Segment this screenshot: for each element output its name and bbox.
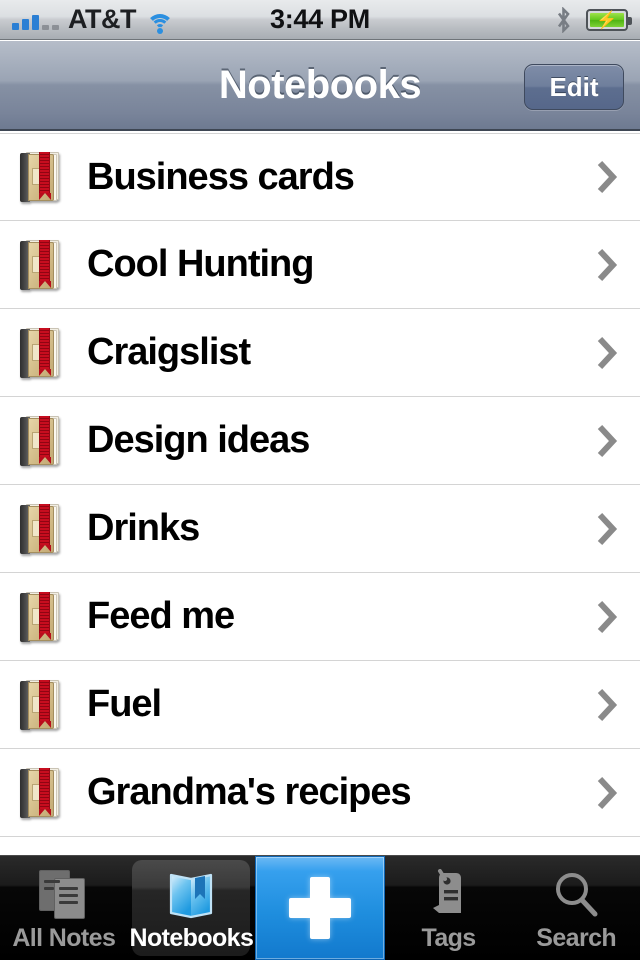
charging-bolt-icon: ⚡ [596,10,618,29]
notebook-name: Cool Hunting [87,243,314,285]
notebook-icon [17,591,61,643]
notebook-row[interactable]: Grandma's recipes [0,749,640,837]
notebook-name: Craigslist [87,331,251,373]
notebook-icon [17,239,61,291]
status-bar-right: ⚡ [555,6,640,33]
notebook-icon [17,415,61,467]
notebook-icon [17,503,61,555]
notebook-row[interactable]: Drinks [0,485,640,573]
tab-label-tags: Tags [421,924,477,952]
battery-icon: ⚡ [586,8,632,31]
notes-stack-icon [37,866,91,924]
tab-tags[interactable]: Tags [385,856,513,960]
tab-all-notes[interactable]: All Notes [0,856,128,960]
tab-search[interactable]: Search [512,856,640,960]
chevron-right-icon [597,600,618,633]
notebook-name: Fuel [87,683,162,725]
notebook-name: Design ideas [87,419,310,461]
tab-bar: All Notes Notebooks Tags Search [0,855,640,960]
chevron-right-icon [597,688,618,721]
notebook-row[interactable]: Business cards [0,133,640,221]
book-icon [164,866,218,924]
notebook-icon [17,151,61,203]
edit-button[interactable]: Edit [524,64,624,110]
notebook-name: Drinks [87,507,200,549]
notebook-row[interactable]: Design ideas [0,397,640,485]
notebook-name: Grandma's recipes [87,771,412,813]
notebook-name: Feed me [87,595,235,637]
tab-label-notebooks: Notebooks [129,924,254,952]
notebooks-list[interactable]: Business cards Cool Hunting Craigslist Desi… [0,133,640,855]
bluetooth-icon [555,6,572,33]
chevron-right-icon [597,248,618,281]
chevron-right-icon [597,160,618,194]
chevron-right-icon [597,776,618,809]
notebook-row[interactable]: Feed me [0,573,640,661]
tab-notebooks[interactable]: Notebooks [128,856,256,960]
status-bar: AT&T 3:44 PM ⚡ [0,0,640,40]
notebook-row[interactable]: Craigslist [0,309,640,397]
notebook-row[interactable]: Cool Hunting [0,221,640,309]
notebook-row[interactable]: Fuel [0,661,640,749]
notebook-icon [17,679,61,731]
navigation-bar: Notebooks Edit [0,41,640,131]
search-icon [551,866,601,924]
notebook-name: Business cards [87,155,355,198]
tab-label-all-notes: All Notes [12,924,116,952]
add-notebook-button[interactable] [255,856,385,960]
page-title: Notebooks [218,62,422,107]
chevron-right-icon [597,424,618,457]
tab-label-search: Search [536,924,617,952]
notebook-icon [17,327,61,379]
phone-screen: AT&T 3:44 PM ⚡ Notebooks Edit Business c… [0,0,640,960]
clock-label: 3:44 PM [270,4,370,34]
chevron-right-icon [597,336,618,369]
tag-icon [426,866,472,924]
chevron-right-icon [597,512,618,545]
notebook-icon [17,767,61,819]
